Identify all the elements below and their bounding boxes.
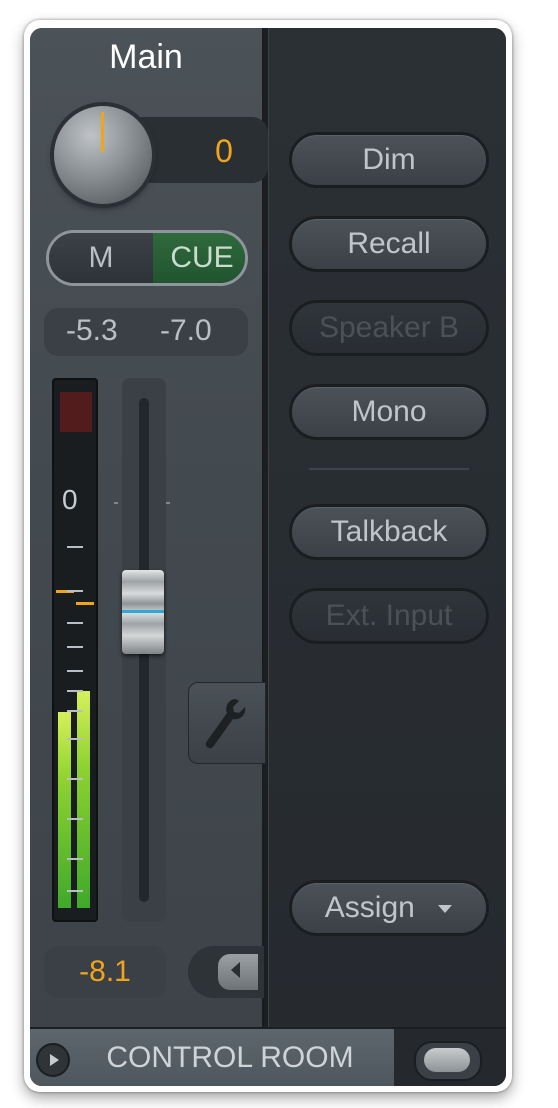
meter-tick <box>67 690 83 692</box>
gain-knob[interactable] <box>54 106 152 204</box>
mono-button[interactable]: Mono <box>289 384 489 440</box>
meter-tick <box>67 590 83 592</box>
volume-fader[interactable] <box>122 570 164 654</box>
mute-button[interactable]: M <box>49 233 153 283</box>
meter-tick <box>67 710 83 712</box>
zero-dot <box>166 502 170 504</box>
fader-indicator-line <box>122 610 164 613</box>
meter-tick <box>67 818 83 820</box>
meter-tick <box>67 858 83 860</box>
wrench-icon <box>205 699 246 749</box>
talkback-button[interactable]: Talkback <box>289 504 489 560</box>
pan-expand-button[interactable] <box>188 946 264 998</box>
level-right: -7.0 <box>160 314 212 347</box>
assign-dropdown[interactable]: Assign <box>289 880 489 936</box>
main-channel-strip: Main 0 M CUE -5.3 -7.0 0 -8.1 <box>30 28 268 1027</box>
view-toggle[interactable] <box>414 1041 482 1081</box>
control-room-functions: Dim Recall Speaker B Mono Talkback Ext. … <box>268 28 506 1027</box>
speaker-b-button[interactable]: Speaker B <box>289 300 489 356</box>
knob-pointer <box>101 112 104 152</box>
meter-bar-left <box>58 712 71 908</box>
meter-tick <box>67 778 83 780</box>
chevron-left-icon <box>231 962 240 978</box>
meter-tick <box>67 622 83 624</box>
knob-value: 0 <box>215 133 233 169</box>
meter-tick <box>67 890 83 892</box>
dim-button[interactable]: Dim <box>289 132 489 188</box>
gain-knob-area: 0 <box>54 106 268 210</box>
footer-label-area: CONTROL ROOM <box>30 1029 394 1086</box>
section-label: CONTROL ROOM <box>106 1041 354 1074</box>
assign-label: Assign <box>324 891 415 924</box>
meter-tick <box>67 738 83 740</box>
peak-level-display: -5.3 -7.0 <box>44 308 248 356</box>
control-room-strip: Main 0 M CUE -5.3 -7.0 0 -8.1 Dim Recall… <box>30 28 506 1086</box>
zero-dot <box>114 502 118 504</box>
fader-value-display: -8.1 <box>44 946 166 998</box>
clip-indicator <box>60 392 92 432</box>
level-meter <box>52 378 98 922</box>
meter-tick <box>67 646 83 648</box>
channel-title: Main <box>109 38 183 76</box>
settings-button[interactable] <box>188 682 266 764</box>
meter-bar-right <box>77 691 90 908</box>
cue-button[interactable]: CUE <box>153 233 245 283</box>
ext-input-button[interactable]: Ext. Input <box>289 588 489 644</box>
level-left: -5.3 <box>66 314 118 347</box>
play-icon <box>50 1054 59 1066</box>
expand-button[interactable] <box>36 1043 70 1077</box>
meter-tick <box>67 546 83 548</box>
mute-cue-group: M CUE <box>46 230 248 286</box>
meter-zero-label: 0 <box>62 484 78 515</box>
footer-bar: CONTROL ROOM <box>30 1029 506 1086</box>
recall-button[interactable]: Recall <box>289 216 489 272</box>
button-separator <box>309 468 469 470</box>
meter-tick <box>67 670 83 672</box>
peak-hold-right <box>76 602 94 605</box>
toggle-knob <box>424 1048 470 1072</box>
dropdown-arrow-icon <box>438 905 453 914</box>
